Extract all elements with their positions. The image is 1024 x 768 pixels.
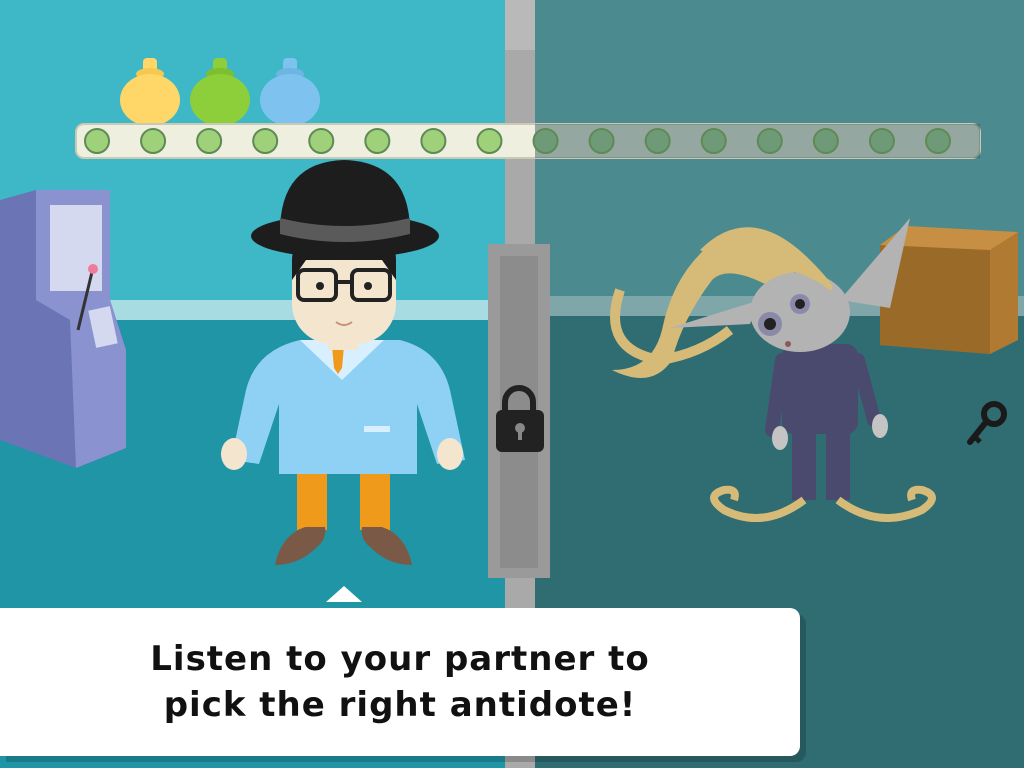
progress-dot <box>420 128 447 154</box>
progress-dot <box>532 128 559 154</box>
instruction-line-1: Listen to your partner to <box>150 639 650 679</box>
instruction-dialog: Listen to your partner to pick the right… <box>0 608 800 756</box>
instruction-line-2: pick the right antidote! <box>163 685 637 725</box>
progress-dot <box>308 128 335 154</box>
progress-dot <box>140 128 167 154</box>
progress-dot <box>84 128 110 154</box>
progress-track <box>75 123 981 159</box>
progress-dot <box>700 128 727 154</box>
progress-dot <box>812 128 839 154</box>
progress-dot <box>476 128 503 154</box>
progress-dot <box>868 128 895 154</box>
progress-dot <box>925 128 951 154</box>
progress-dot <box>756 128 783 154</box>
progress-dot <box>364 128 391 154</box>
progress-dot <box>644 128 671 154</box>
ticket-machine <box>0 190 126 468</box>
progress-dot <box>196 128 223 154</box>
progress-dot <box>588 128 615 154</box>
progress-dot <box>252 128 279 154</box>
